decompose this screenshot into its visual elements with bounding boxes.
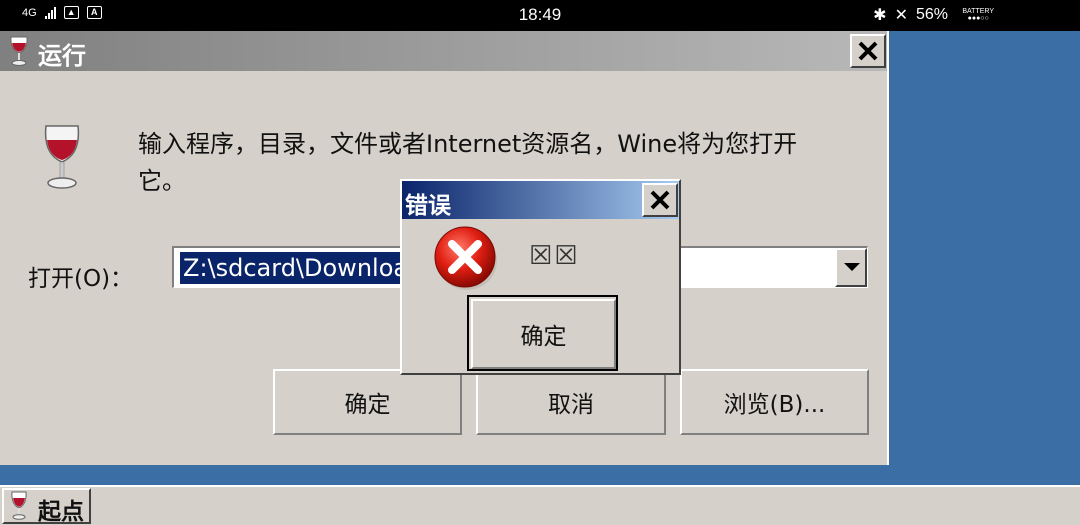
cancel-button[interactable]: 取消 — [476, 369, 666, 435]
browse-button[interactable]: 浏览(B)... — [680, 369, 869, 435]
taskbar: 起点 — [0, 485, 1080, 525]
wine-glass-icon — [44, 125, 80, 189]
run-dialog-titlebar[interactable]: 运行 — [0, 31, 887, 71]
error-dialog-titlebar[interactable]: 错误 — [402, 181, 679, 219]
start-label: 起点 — [38, 499, 84, 525]
wine-glass-icon — [10, 36, 28, 66]
error-ok-button[interactable]: 确定 — [467, 295, 618, 371]
error-ok-label: 确定 — [471, 299, 616, 369]
start-button[interactable]: 起点 — [2, 488, 91, 525]
wine-glass-icon — [11, 491, 27, 520]
battery-icon: BATTERY ●●●○○ — [962, 8, 994, 22]
path-input[interactable]: Z:\sdcard\Download — [180, 252, 402, 284]
battery-percent: 56% — [915, 6, 948, 23]
open-label: 打开(O)： — [28, 266, 134, 292]
error-icon — [434, 226, 497, 290]
ok-button[interactable]: 确定 — [273, 369, 462, 435]
dropdown-arrow-icon[interactable] — [835, 248, 867, 287]
close-icon — [858, 41, 878, 61]
error-message: ☒☒ — [529, 241, 580, 271]
battery-label: BATTERY — [962, 8, 994, 15]
status-bar: 4G ▲ A 18:49 ✱ ✕ 56% BATTERY ●●●○○ — [0, 0, 1080, 31]
close-icon — [650, 190, 670, 210]
error-close-button[interactable] — [642, 183, 678, 217]
run-dialog-title: 运行 — [38, 42, 86, 70]
error-dialog: 错误 ☒☒ 确定 — [400, 179, 681, 375]
error-dialog-title: 错误 — [405, 193, 451, 219]
mute-icon: ✕ — [894, 7, 908, 24]
bluetooth-icon: ✱ — [873, 7, 887, 24]
run-close-button[interactable] — [850, 34, 886, 68]
